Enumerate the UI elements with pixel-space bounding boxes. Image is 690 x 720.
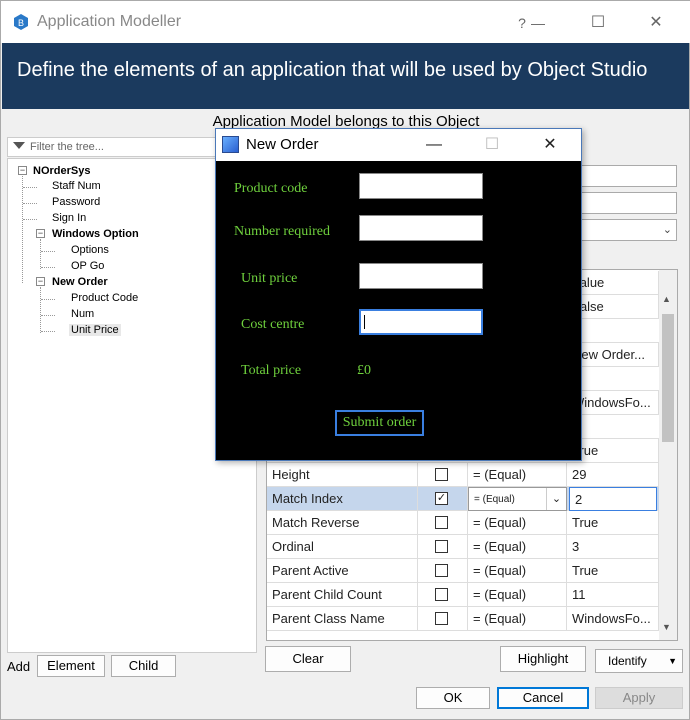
match-checkbox[interactable]	[435, 612, 448, 625]
grid-scrollbar[interactable]: ▲ ▼	[659, 270, 677, 640]
maximize-button[interactable]: ☐	[575, 7, 621, 39]
attribute-name: Height	[267, 463, 418, 487]
match-checkbox[interactable]	[435, 468, 448, 481]
table-row[interactable]: Height = (Equal) 29	[267, 463, 659, 487]
tree-node-new-order[interactable]: New Order	[52, 276, 108, 288]
match-operator[interactable]: = (Equal)	[468, 607, 567, 631]
text-cursor	[364, 315, 365, 329]
add-child-button[interactable]: Child	[111, 655, 176, 677]
filter-icon	[13, 142, 25, 149]
tree-node-sign-in[interactable]: Sign In	[52, 212, 86, 224]
tree-node-windows-option[interactable]: Windows Option	[52, 228, 139, 240]
match-operator[interactable]: = (Equal)	[468, 535, 567, 559]
tree-node-staff-num[interactable]: Staff Num	[52, 180, 101, 192]
scroll-up-icon[interactable]: ▲	[662, 294, 671, 304]
number-required-label: Number required	[234, 224, 331, 239]
close-icon[interactable]: ✕	[530, 131, 570, 159]
table-row[interactable]: Parent Child Count = (Equal) 11	[267, 583, 659, 607]
cost-centre-input[interactable]	[359, 309, 483, 335]
attribute-name: Parent Class Name	[267, 607, 418, 631]
table-row[interactable]: Match Reverse = (Equal) True	[267, 511, 659, 535]
match-operator-dropdown[interactable]: = (Equal) ⌄	[468, 487, 567, 511]
unit-price-input[interactable]	[359, 263, 483, 289]
attribute-value[interactable]: 29	[567, 463, 659, 487]
title-bar: B Application Modeller ? — ☐ ✕	[1, 1, 690, 43]
table-row[interactable]: Parent Active = (Equal) True	[267, 559, 659, 583]
identify-label: Identify	[608, 654, 647, 668]
window-title: Application Modeller	[37, 13, 182, 30]
maximize-icon[interactable]: ☐	[472, 131, 512, 159]
close-button[interactable]: ✕	[633, 7, 679, 39]
tree-node-password[interactable]: Password	[52, 196, 100, 208]
total-price-label: Total price	[241, 363, 302, 378]
add-label: Add	[7, 659, 31, 674]
attribute-name: Match Index	[267, 487, 418, 511]
minimize-button[interactable]: —	[523, 7, 553, 39]
attribute-value-editor[interactable]: 2	[569, 487, 657, 511]
attribute-value[interactable]: 3	[567, 535, 659, 559]
operator-value: = (Equal)	[474, 494, 515, 505]
tree-filter-input[interactable]: Filter the tree...	[7, 137, 219, 157]
window-app-icon	[222, 136, 239, 153]
collapse-new-order-icon[interactable]: −	[36, 277, 45, 286]
table-row-selected[interactable]: Match Index ✓ = (Equal) ⌄ 2	[267, 487, 659, 511]
add-element-button[interactable]: Element	[37, 655, 105, 677]
attribute-name: Ordinal	[267, 535, 418, 559]
header-banner: Define the elements of an application th…	[2, 43, 689, 109]
match-checkbox[interactable]	[435, 564, 448, 577]
match-operator[interactable]: = (Equal)	[468, 463, 567, 487]
svg-text:B: B	[18, 18, 24, 28]
total-price-value: £0	[357, 363, 371, 378]
dropdown-arrow-icon: ▼	[668, 656, 677, 666]
attribute-value[interactable]: True	[567, 559, 659, 583]
chevron-down-icon[interactable]: ⌄	[546, 488, 566, 510]
match-checkbox-checked[interactable]: ✓	[435, 492, 448, 505]
identify-dropdown[interactable]: Identify ▼	[595, 649, 683, 673]
number-required-input[interactable]	[359, 215, 483, 241]
match-operator[interactable]: = (Equal)	[468, 583, 567, 607]
match-operator[interactable]: = (Equal)	[468, 559, 567, 583]
attribute-value[interactable]: WindowsFo...	[567, 607, 659, 631]
apply-button[interactable]: Apply	[595, 687, 683, 709]
cost-centre-label: Cost centre	[241, 317, 305, 332]
attribute-name: Match Reverse	[267, 511, 418, 535]
unit-price-label: Unit price	[241, 271, 298, 286]
tree-node-op-go[interactable]: OP Go	[71, 260, 104, 272]
new-order-title: New Order	[246, 136, 319, 153]
table-row[interactable]: Ordinal = (Equal) 3	[267, 535, 659, 559]
attribute-name: Parent Active	[267, 559, 418, 583]
tree-node-options[interactable]: Options	[71, 244, 109, 256]
new-order-window[interactable]: New Order — ☐ ✕ Product code Number requ…	[215, 128, 582, 461]
collapse-windows-option-icon[interactable]: −	[36, 229, 45, 238]
product-code-label: Product code	[234, 181, 308, 196]
product-code-input[interactable]	[359, 173, 483, 199]
filter-placeholder: Filter the tree...	[30, 141, 104, 153]
cancel-button[interactable]: Cancel	[497, 687, 589, 709]
minimize-icon[interactable]: —	[414, 131, 454, 159]
attribute-value[interactable]: True	[567, 511, 659, 535]
app-icon: B	[14, 14, 28, 30]
highlight-button[interactable]: Highlight	[500, 646, 586, 672]
table-row[interactable]: Parent Class Name = (Equal) WindowsFo...	[267, 607, 659, 631]
application-modeller-window: B Application Modeller ? — ☐ ✕ Define th…	[0, 0, 690, 720]
match-operator[interactable]: = (Equal)	[468, 511, 567, 535]
clear-button[interactable]: Clear	[265, 646, 351, 672]
chevron-down-icon: ⌄	[662, 224, 672, 236]
tree-node-num[interactable]: Num	[71, 308, 94, 320]
attribute-name: Parent Child Count	[267, 583, 418, 607]
scroll-down-icon[interactable]: ▼	[662, 622, 671, 632]
tree-node-unit-price[interactable]: Unit Price	[69, 324, 121, 336]
match-checkbox[interactable]	[435, 516, 448, 529]
match-checkbox[interactable]	[435, 588, 448, 601]
submit-order-button[interactable]: Submit order	[335, 410, 424, 436]
tree-node-product-code[interactable]: Product Code	[71, 292, 138, 304]
tree-node-norder-sys[interactable]: NOrderSys	[33, 165, 90, 177]
match-checkbox[interactable]	[435, 540, 448, 553]
collapse-root-icon[interactable]: −	[18, 166, 27, 175]
ok-button[interactable]: OK	[416, 687, 490, 709]
attribute-value[interactable]: 11	[567, 583, 659, 607]
new-order-title-bar: New Order — ☐ ✕	[216, 129, 581, 161]
scroll-thumb[interactable]	[662, 314, 674, 442]
